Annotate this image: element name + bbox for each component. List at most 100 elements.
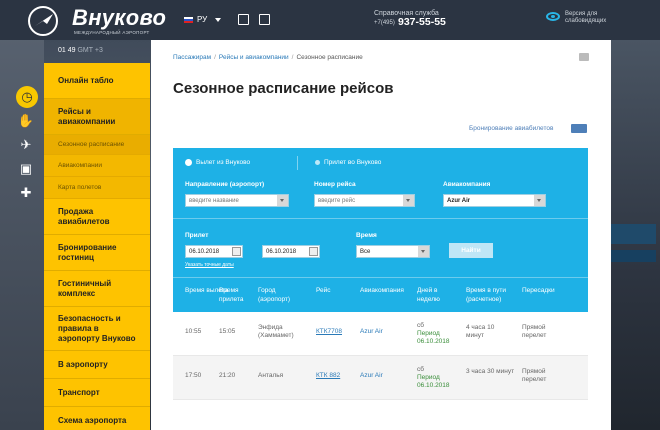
cell-period: Период [417, 374, 440, 381]
radio-arrival[interactable]: Прилет во Внуково [315, 159, 381, 166]
th-flight: Рейс [316, 286, 331, 295]
sidebar-item-security[interactable]: Безопасность и правила в аэропорту Внуко… [44, 307, 150, 351]
th-duration-text: Время в пути (расчетное) [466, 287, 506, 303]
cell-airline[interactable]: Azur Air [360, 328, 383, 336]
vision-impaired-link[interactable]: Версия для слабовидящих [565, 11, 606, 25]
sidebar-sub-airlines[interactable]: Авиакомпании [44, 155, 150, 177]
th-flight-text: Рейс [316, 287, 331, 294]
plane-icon[interactable]: ✈ [14, 134, 38, 156]
sidebar-item-hotel-complex[interactable]: Гостиничный комплекс [44, 271, 150, 307]
flight-placeholder: введите рейс [318, 197, 356, 204]
find-button[interactable]: Найти [449, 243, 493, 258]
booking-link[interactable]: Бронирование авиабилетов [469, 125, 553, 132]
th-duration: Время в пути (расчетное) [466, 286, 520, 304]
breadcrumb: Пассажирам / Рейсы и авиакомпании / Сезонное… [173, 54, 363, 61]
date-from-value: 06.10.2018 [189, 248, 220, 255]
divider [173, 218, 588, 219]
flight-select[interactable]: введите рейс [314, 194, 415, 207]
language-label: РУ [197, 15, 208, 24]
direction-placeholder: введите название [189, 197, 239, 204]
date-to-value: 06.10.2018 [266, 248, 297, 255]
time-select[interactable]: Все [356, 245, 430, 258]
timezone: GMT +3 [77, 47, 103, 54]
direction-select[interactable]: введите название [185, 194, 289, 207]
cell-flight[interactable]: КТК7708 [316, 328, 342, 336]
breadcrumb-passengers[interactable]: Пассажирам [173, 54, 211, 61]
date-to-input[interactable]: 06.10.2018 [262, 245, 320, 258]
th-airline-text: Авиакомпания [360, 287, 404, 294]
breadcrumb-sep: / [291, 54, 294, 61]
cell-city: Энфида (Хаммамет) [258, 324, 294, 339]
table-row: 10:55 15:05 Энфида (Хаммамет) КТК7708 Az… [173, 312, 588, 356]
side-icon-column: ◷ ✋ ✈ ▣ ✚ [14, 86, 44, 206]
cell-period: Период [417, 330, 440, 337]
sidebar-item-airport-map[interactable]: Схема аэропорта [44, 407, 150, 430]
page-title: Сезонное расписание рейсов [173, 80, 394, 97]
radio-departure[interactable]: Вылет из Внуково [185, 159, 250, 166]
time-value: 01 49 [58, 47, 76, 54]
cell-dep: 17:50 [185, 372, 202, 379]
th-transfers: Пересадки [522, 286, 555, 295]
schedule-table: 10:55 15:05 Энфида (Хаммамет) КТК7708 Az… [173, 312, 588, 400]
site-header: Внуково МЕЖДУНАРОДНЫЙ АЭРОПОРТ РУ Справо… [0, 0, 660, 40]
cell-period-date: 06.10.2018 [417, 338, 450, 345]
cell-day: сб [417, 322, 424, 329]
hotline-prefix: +7(495) [374, 20, 395, 26]
cell-duration: 4 часа 10 минут [466, 324, 495, 339]
th-airline: Авиакомпания [360, 286, 404, 295]
cell-days: сб Период 06.10.2018 [417, 366, 450, 390]
background-left [0, 0, 44, 430]
calendar-icon[interactable] [309, 247, 318, 256]
local-time: 01 49 GMT +3 [58, 47, 103, 54]
time-label: Время [356, 232, 377, 239]
vision-line-2: слабовидящих [565, 18, 607, 24]
clock-icon[interactable]: ◷ [16, 86, 38, 108]
arrival-date-label: Прилет [185, 232, 209, 239]
breadcrumb-sep: / [214, 54, 216, 61]
logo-text[interactable]: Внуково [72, 5, 166, 31]
language-selector[interactable]: РУ [184, 15, 222, 24]
airline-value: Azur Air [447, 197, 471, 204]
first-aid-icon[interactable]: ✚ [14, 182, 38, 204]
sidebar-item-transport[interactable]: Транспорт [44, 379, 150, 407]
sidebar-item-in-airport[interactable]: В аэропорту [44, 351, 150, 379]
sidebar-sub-seasonal[interactable]: Сезонное расписание [44, 135, 150, 155]
sidebar-item-online-board[interactable]: Онлайн табло [44, 63, 150, 99]
main-content: Пассажирам / Рейсы и авиакомпании / Сезонное… [151, 40, 611, 430]
chevron-down-icon [215, 17, 222, 22]
sidebar-item-hotel-booking[interactable]: Бронирование гостиниц [44, 235, 150, 271]
th-arrival-text: Время прилета [219, 287, 244, 303]
flight-label: Номер рейса [314, 181, 356, 188]
exact-dates-link[interactable]: Указать точные даты [185, 262, 234, 268]
accessibility-icon[interactable] [259, 14, 270, 25]
breadcrumb-flights[interactable]: Рейсы и авиакомпании [219, 54, 289, 61]
date-from-input[interactable]: 06.10.2018 [185, 245, 243, 258]
th-city-text: Город (аэропорт) [258, 287, 291, 303]
breadcrumb-current: Сезонное расписание [296, 54, 363, 61]
eye-icon[interactable] [546, 12, 560, 21]
cell-duration: 3 часа 30 минут [466, 368, 515, 375]
cell-arr: 21:20 [219, 372, 236, 379]
calendar-icon[interactable] [232, 247, 241, 256]
cell-dep: 10:55 [185, 328, 202, 335]
chevron-down-icon [418, 246, 429, 257]
cell-airline[interactable]: Azur Air [360, 372, 383, 380]
logo-plane-icon[interactable] [28, 6, 58, 36]
th-arrival: Время прилета [219, 286, 255, 304]
hotline-number[interactable]: 937-55-55 [398, 16, 446, 28]
divider [297, 156, 298, 170]
airline-select[interactable]: Azur Air [443, 194, 546, 207]
handshake-icon[interactable]: ✋ [14, 110, 38, 132]
print-icon[interactable] [579, 53, 589, 61]
divider [173, 277, 588, 278]
card-icon[interactable] [571, 124, 587, 133]
cell-flight[interactable]: КТК 882 [316, 372, 340, 380]
luggage-icon[interactable]: ▣ [14, 158, 38, 180]
sidebar-item-tickets[interactable]: Продажа авиабилетов [44, 199, 150, 235]
sidebar-item-flights[interactable]: Рейсы и авиакомпании [44, 99, 150, 135]
sidebar-sub-map[interactable]: Карта полетов [44, 177, 150, 199]
table-row: 17:50 21:20 Анталья КТК 882 Azur Air сб … [173, 356, 588, 400]
cell-arr: 15:05 [219, 328, 236, 335]
th-transfers-text: Пересадки [522, 287, 555, 294]
photo-icon[interactable] [238, 14, 249, 25]
